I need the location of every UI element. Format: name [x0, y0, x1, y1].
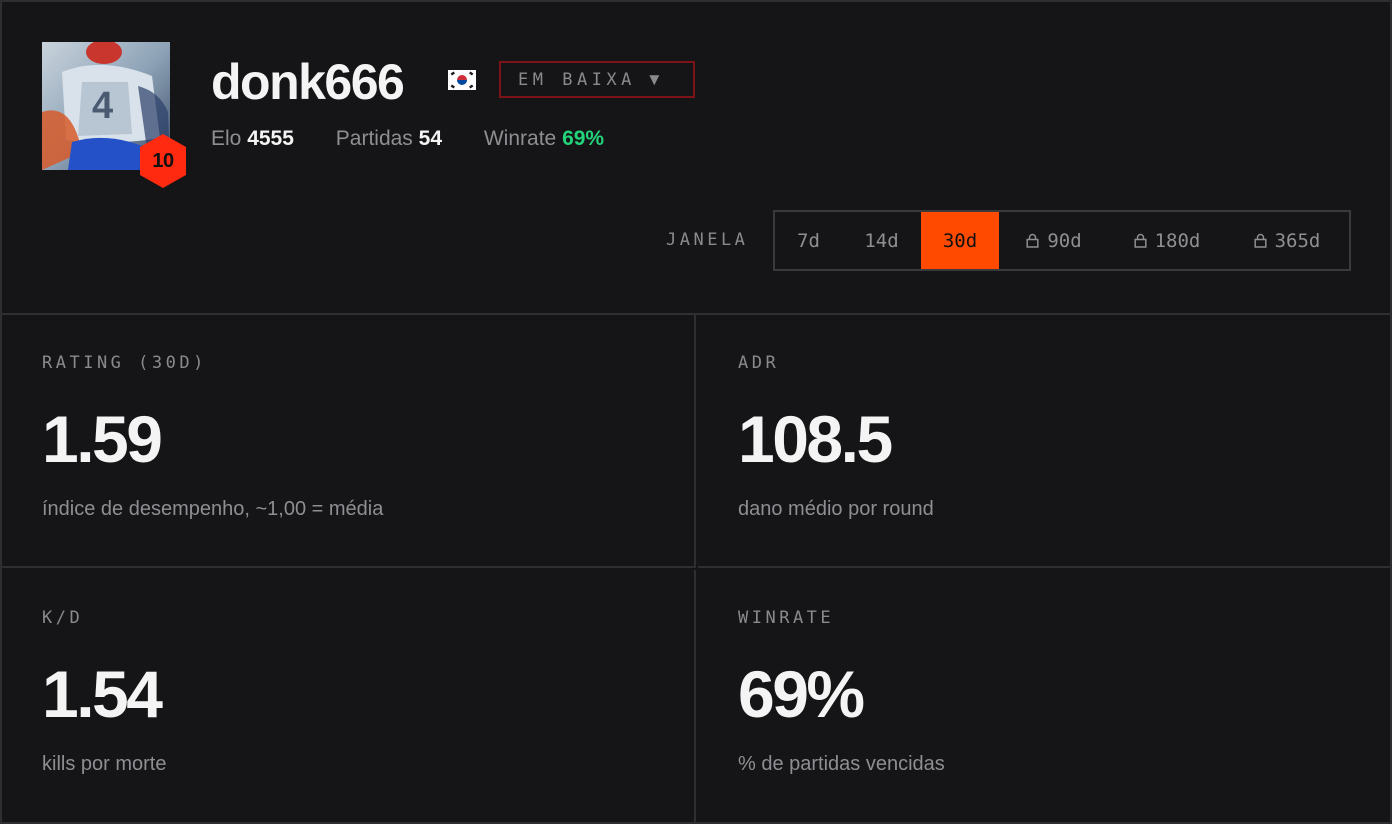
tab-180d[interactable]: 180d	[1109, 212, 1225, 269]
stat-card-rating: RATING (30D) 1.59 índice de desempenho, …	[2, 315, 696, 568]
elo-value: 4555	[247, 127, 294, 150]
tab-7d[interactable]: 7d	[775, 212, 842, 269]
elo-label: Elo	[211, 127, 242, 150]
stat-card-adr: ADR 108.5 dano médio por round	[698, 315, 1390, 568]
svg-text:4: 4	[92, 85, 113, 127]
stat-card-winrate: WINRATE 69% % de partidas vencidas	[698, 570, 1390, 822]
tab-label: 7d	[797, 229, 820, 252]
lock-icon	[1254, 233, 1267, 248]
stat-caption: RATING (30D)	[42, 353, 207, 373]
tab-label: 365d	[1274, 229, 1321, 252]
tab-label: 30d	[942, 229, 978, 252]
stat-caption: WINRATE	[738, 608, 835, 628]
tab-14d[interactable]: 14d	[842, 212, 921, 269]
winrate-value: 69%	[562, 127, 605, 150]
stat-caption: K/D	[42, 608, 84, 628]
triangle-down-icon: ▼	[645, 69, 663, 89]
matches-stat: Partidas 54	[336, 124, 442, 154]
elo-stat: Elo 4555	[211, 124, 294, 154]
tab-label: 90d	[1047, 229, 1082, 252]
winrate-stat: Winrate 69%	[484, 124, 604, 154]
stat-description: % de partidas vencidas	[738, 753, 945, 775]
time-window-tabs: 7d 14d 30d 90d 180d 365d	[773, 210, 1351, 271]
stat-description: kills por morte	[42, 753, 167, 775]
winrate-label: Winrate	[483, 127, 557, 150]
stats-grid: RATING (30D) 1.59 índice de desempenho, …	[2, 315, 1390, 822]
level-number: 10	[152, 150, 174, 172]
stat-value: 1.59	[42, 402, 163, 476]
stat-value: 1.54	[42, 657, 163, 731]
south-korea-flag-icon	[448, 70, 476, 90]
stat-caption: ADR	[738, 353, 780, 373]
stat-value: 69%	[738, 657, 865, 731]
stat-card-kd: K/D 1.54 kills por morte	[2, 570, 696, 822]
stat-description: índice de desempenho, ~1,00 = média	[42, 498, 384, 520]
level-badge: 10	[138, 133, 188, 189]
profile-header: 4 10 donk666 EM BAIXA ▼ Elo 4555 Partida…	[2, 2, 1390, 315]
matches-label: Partidas	[335, 127, 413, 150]
player-stats-panel: 4 10 donk666 EM BAIXA ▼ Elo 4555 Partida…	[0, 0, 1392, 824]
tab-label: 14d	[864, 229, 899, 252]
tab-90d[interactable]: 90d	[999, 212, 1109, 269]
username: donk666	[211, 54, 405, 110]
lock-icon	[1026, 233, 1039, 248]
tab-label: 180d	[1154, 229, 1201, 252]
stat-description: dano médio por round	[738, 498, 934, 520]
stat-value: 108.5	[738, 402, 893, 476]
window-label: JANELA	[666, 230, 749, 250]
status-label: EM BAIXA	[518, 69, 636, 90]
matches-value: 54	[418, 127, 443, 150]
tab-365d[interactable]: 365d	[1225, 212, 1349, 269]
lock-icon	[1134, 233, 1147, 248]
status-dropdown[interactable]: EM BAIXA ▼	[499, 61, 695, 98]
profile-meta: Elo 4555 Partidas 54 Winrate 69%	[211, 124, 640, 154]
tab-30d[interactable]: 30d	[921, 212, 999, 269]
